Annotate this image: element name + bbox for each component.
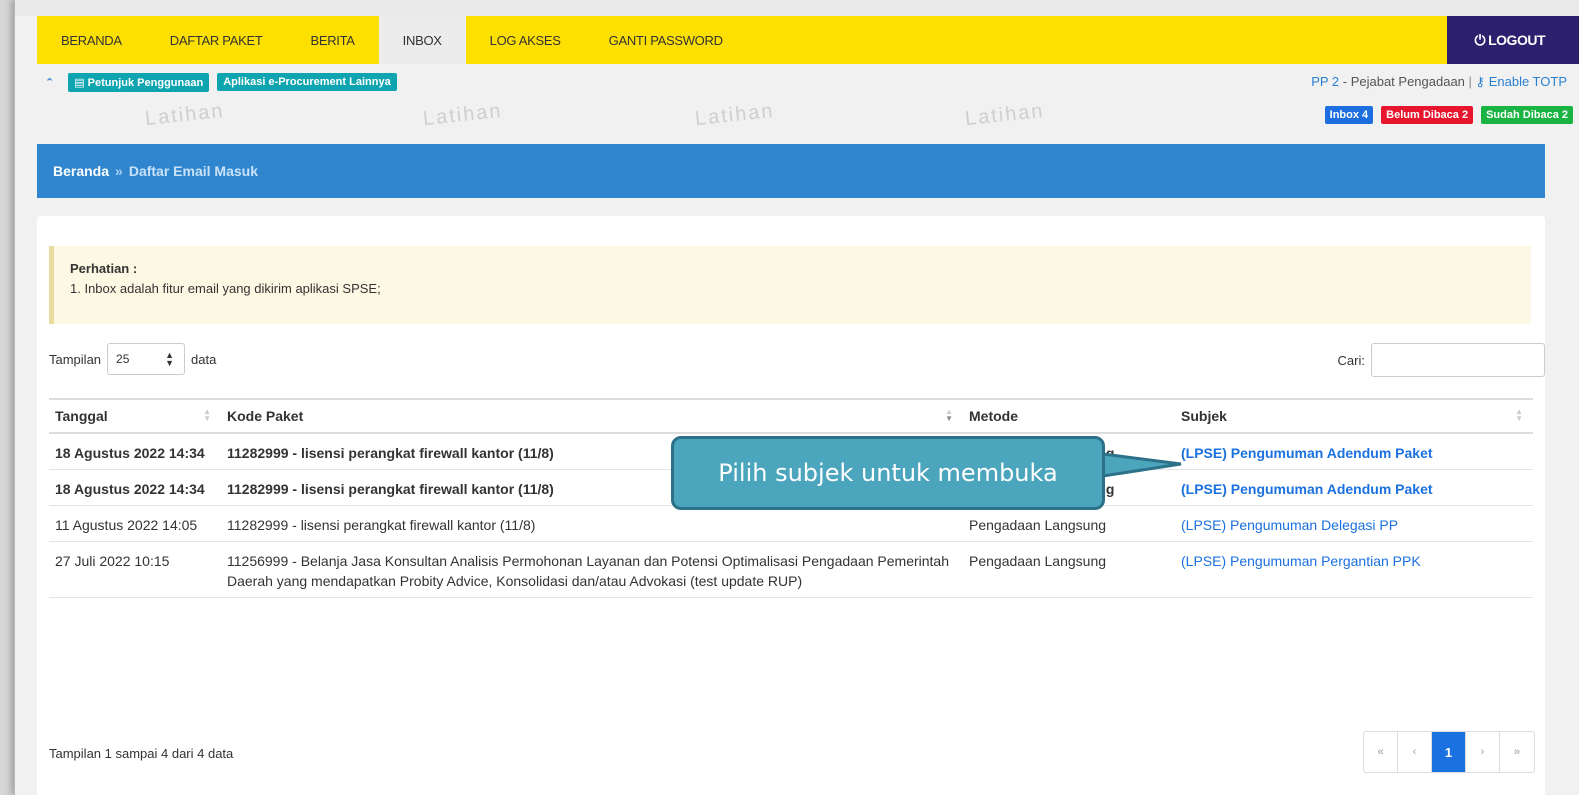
header-kode-paket[interactable]: Kode Paket ▲ ▼ — [221, 398, 963, 434]
breadcrumb-home[interactable]: Beranda — [53, 163, 109, 179]
cell-tanggal: 18 Agustus 2022 14:34 — [49, 433, 221, 470]
user-info: PP 2 - Pejabat Pengadaan | ⚷ Enable TOTP — [1311, 74, 1567, 90]
user-name[interactable]: PP 2 — [1311, 74, 1339, 89]
nav-daftar-paket[interactable]: DAFTAR PAKET — [146, 16, 287, 64]
pager-prev[interactable]: ‹ — [1398, 732, 1432, 772]
table-info: Tampilan 1 sampai 4 dari 4 data — [49, 746, 234, 761]
subject-link[interactable]: (LPSE) Pengumuman Delegasi PP — [1175, 505, 1533, 542]
table-search: Cari: — [1338, 343, 1545, 377]
length-suffix: data — [191, 351, 217, 367]
breadcrumb-current: Daftar Email Masuk — [128, 163, 258, 179]
pager-first[interactable]: « — [1364, 732, 1398, 772]
unread-count-badge[interactable]: Belum Dibaca 2 — [1381, 106, 1474, 124]
key-icon: ⚷ — [1475, 74, 1486, 89]
nav-berita[interactable]: BERITA — [286, 16, 378, 64]
app-window: BERANDA DAFTAR PAKET BERITA INBOX LOG AK… — [14, 0, 1579, 795]
table-row: 27 Juli 2022 10:15 11256999 - Belanja Ja… — [49, 541, 1533, 598]
sort-icon: ▲ ▼ — [1515, 407, 1523, 423]
aplikasi-lainnya-button[interactable]: Aplikasi e-Procurement Lainnya — [217, 73, 397, 91]
pager-next[interactable]: › — [1466, 732, 1500, 772]
instruction-callout: Pilih subjek untuk membuka — [671, 436, 1105, 510]
table-header-row: Tanggal ▲ ▼ Kode Paket ▲ ▼ Metode Subjek ▲ ▼ — [49, 398, 1533, 434]
nav-inbox[interactable]: INBOX — [378, 16, 466, 64]
logout-label: LOGOUT — [1488, 32, 1545, 48]
search-input[interactable] — [1371, 343, 1545, 377]
nav-beranda[interactable]: BERANDA — [37, 16, 146, 64]
cell-metode: Pengadaan Langsung — [963, 541, 1175, 598]
pager-current-page[interactable]: 1 — [1432, 732, 1466, 772]
alert-text: 1. Inbox adalah fitur email yang dikirim… — [70, 281, 381, 296]
user-separator: | — [1468, 74, 1472, 89]
nav-log-akses[interactable]: LOG AKSES — [466, 16, 585, 64]
cell-tanggal: 18 Agustus 2022 14:34 — [49, 469, 221, 506]
breadcrumb: Beranda » Daftar Email Masuk — [37, 144, 1545, 198]
main-navbar: BERANDA DAFTAR PAKET BERITA INBOX LOG AK… — [37, 16, 1579, 64]
header-metode[interactable]: Metode — [963, 398, 1175, 434]
nav-ganti-password[interactable]: GANTI PASSWORD — [585, 16, 747, 64]
cell-tanggal: 27 Juli 2022 10:15 — [49, 541, 221, 598]
cell-tanggal: 11 Agustus 2022 14:05 — [49, 505, 221, 542]
notice-alert: Perhatian : 1. Inbox adalah fitur email … — [49, 246, 1531, 324]
header-label: Metode — [969, 408, 1018, 424]
watermark-text: Latihan — [964, 99, 1046, 131]
enable-totp-link[interactable]: Enable TOTP — [1489, 74, 1567, 89]
read-count-badge[interactable]: Sudah Dibaca 2 — [1481, 106, 1573, 124]
book-icon: ▤ — [74, 76, 88, 89]
sort-icon: ▲ ▼ — [945, 407, 953, 423]
watermark-text: Latihan — [144, 99, 226, 131]
watermark-text: Latihan — [694, 99, 776, 131]
power-icon: ⏻ — [1474, 31, 1486, 48]
pager-last[interactable]: » — [1500, 732, 1534, 772]
pagination: « ‹ 1 › » — [1363, 731, 1535, 773]
search-label: Cari: — [1337, 352, 1365, 368]
collapse-chevron-icon[interactable]: ⌃ — [45, 76, 54, 89]
subject-link[interactable]: (LPSE) Pengumuman Pergantian PPK — [1175, 541, 1533, 598]
subject-link[interactable]: (LPSE) Pengumuman Adendum Paket — [1175, 469, 1533, 506]
page-length-control: Tampilan 25 ▲ ▼ data — [49, 343, 216, 375]
length-prefix: Tampilan — [49, 351, 102, 367]
subject-link[interactable]: (LPSE) Pengumuman Adendum Paket — [1175, 433, 1533, 470]
alert-title: Perhatian : — [70, 261, 138, 276]
breadcrumb-separator: » — [115, 163, 123, 179]
header-label: Kode Paket — [227, 408, 304, 424]
logout-button[interactable]: ⏻ LOGOUT — [1446, 16, 1579, 64]
sort-icon: ▲ ▼ — [203, 407, 211, 423]
petunjuk-label: Petunjuk Penggunaan — [87, 76, 204, 89]
cell-metode: Pengadaan Langsung — [963, 505, 1175, 542]
table-row: 11 Agustus 2022 14:05 11282999 - lisensi… — [49, 505, 1533, 542]
watermark-text: Latihan — [422, 99, 504, 131]
page-length-value: 25 — [116, 352, 130, 366]
petunjuk-button[interactable]: ▤ Petunjuk Penggunaan — [68, 72, 210, 92]
header-tanggal[interactable]: Tanggal ▲ ▼ — [49, 398, 221, 434]
header-label: Tanggal — [55, 408, 108, 424]
header-subjek[interactable]: Subjek ▲ ▼ — [1175, 398, 1533, 434]
cell-kode-paket: 11256999 - Belanja Jasa Konsultan Analis… — [221, 541, 963, 598]
callout-pointer — [1103, 452, 1182, 478]
window-top-edge — [15, 0, 1579, 16]
inbox-count-badge[interactable]: Inbox 4 — [1324, 106, 1374, 124]
header-label: Subjek — [1181, 408, 1227, 424]
select-arrows-icon: ▲ ▼ — [165, 350, 175, 368]
page-length-select[interactable]: 25 ▲ ▼ — [107, 343, 186, 375]
sub-toolbar: ⌃ ▤ Petunjuk Penggunaan Aplikasi e-Procu… — [37, 64, 1579, 100]
user-role: - Pejabat Pengadaan — [1339, 74, 1469, 89]
cell-kode-paket: 11282999 - lisensi perangkat firewall ka… — [221, 505, 963, 542]
inbox-badges: Inbox 4 Belum Dibaca 2 Sudah Dibaca 2 — [1324, 106, 1573, 124]
